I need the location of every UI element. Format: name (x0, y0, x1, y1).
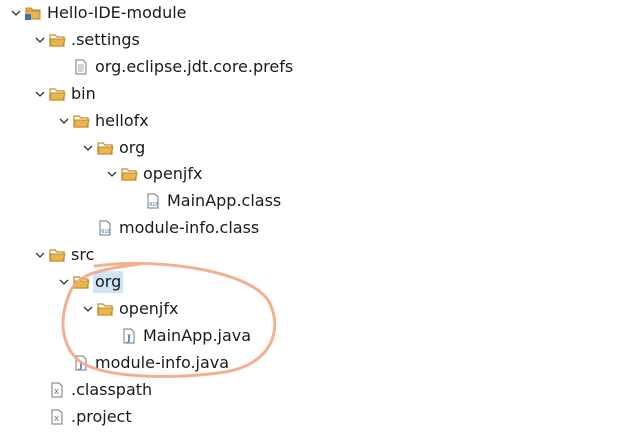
tree-item-label: openjfx (119, 298, 179, 318)
folder-icon (72, 274, 90, 290)
tree-item-label: module-info.class (119, 218, 260, 238)
folder-icon (72, 113, 90, 129)
tree-item[interactable]: X .classpath (32, 377, 154, 403)
tree-item[interactable]: 010 module-info.class (80, 215, 261, 241)
tree-item[interactable]: openjfx (104, 161, 204, 187)
file-icon (72, 59, 90, 75)
tree-item[interactable]: org (80, 135, 147, 161)
tree-item-label: bin (71, 83, 96, 103)
tree-item-label: Hello-IDE-module (47, 3, 187, 22)
tree-item-label: org (119, 137, 146, 157)
svg-text:010: 010 (149, 202, 158, 208)
folder-icon (48, 32, 66, 48)
tree-item-label: hellofx (95, 110, 149, 130)
tree-item[interactable]: org.eclipse.jdt.core.prefs (56, 54, 295, 80)
folder-icon (48, 247, 66, 263)
svg-text:J: J (78, 359, 83, 369)
tree-item[interactable]: org (56, 269, 124, 295)
tree-item[interactable]: J MainApp.java (104, 323, 253, 349)
chevron-down-icon[interactable] (32, 32, 48, 48)
tree-item-label: org (93, 271, 124, 293)
tree-item-label: org.eclipse.jdt.core.prefs (95, 56, 294, 76)
xml-file-icon: X (48, 409, 66, 425)
tree-item-label: .project (71, 406, 132, 426)
project-icon (24, 5, 42, 21)
tree-item[interactable]: src (32, 242, 96, 268)
chevron-down-icon[interactable] (56, 274, 72, 290)
tree-item-label: src (71, 245, 95, 265)
tree-item-label: .classpath (71, 379, 153, 399)
folder-icon (48, 86, 66, 102)
package-explorer-tree: Hello-IDE-module .settings org.eclipse.jdt… (0, 0, 622, 432)
chevron-down-icon[interactable] (56, 113, 72, 129)
chevron-down-icon[interactable] (104, 166, 120, 182)
chevron-down-icon[interactable] (80, 301, 96, 317)
chevron-down-icon[interactable] (8, 5, 24, 21)
tree-item[interactable]: 010 MainApp.class (128, 188, 283, 214)
xml-file-icon: X (48, 382, 66, 398)
class-file-icon: 010 (144, 193, 162, 209)
chevron-down-icon[interactable] (80, 140, 96, 156)
folder-icon (120, 166, 138, 182)
svg-text:010: 010 (101, 229, 110, 235)
tree-item[interactable]: Hello-IDE-module (8, 0, 189, 26)
tree-item[interactable]: bin (32, 81, 98, 107)
java-file-icon: J (120, 328, 138, 344)
chevron-down-icon[interactable] (32, 86, 48, 102)
tree-item[interactable]: Jmodule-info.java (56, 350, 231, 376)
class-file-icon: 010 (96, 220, 114, 236)
folder-icon (96, 301, 114, 317)
chevron-down-icon[interactable] (32, 247, 48, 263)
java-file-icon: J (72, 355, 90, 371)
tree-item-label: MainApp.class (167, 191, 282, 211)
svg-text:X: X (54, 415, 59, 423)
tree-item-label: openjfx (143, 164, 203, 184)
tree-item[interactable]: .settings (32, 27, 142, 53)
tree-item[interactable]: openjfx (80, 296, 180, 322)
tree-item-label: MainApp.java (143, 325, 252, 345)
svg-text:X: X (54, 388, 59, 396)
folder-icon (96, 140, 114, 156)
tree-item-label: module-info.java (95, 352, 230, 372)
svg-text:J: J (126, 332, 131, 342)
tree-item-label: .settings (71, 29, 140, 49)
tree-item[interactable]: hellofx (56, 108, 151, 134)
tree-item[interactable]: X .project (32, 404, 134, 430)
